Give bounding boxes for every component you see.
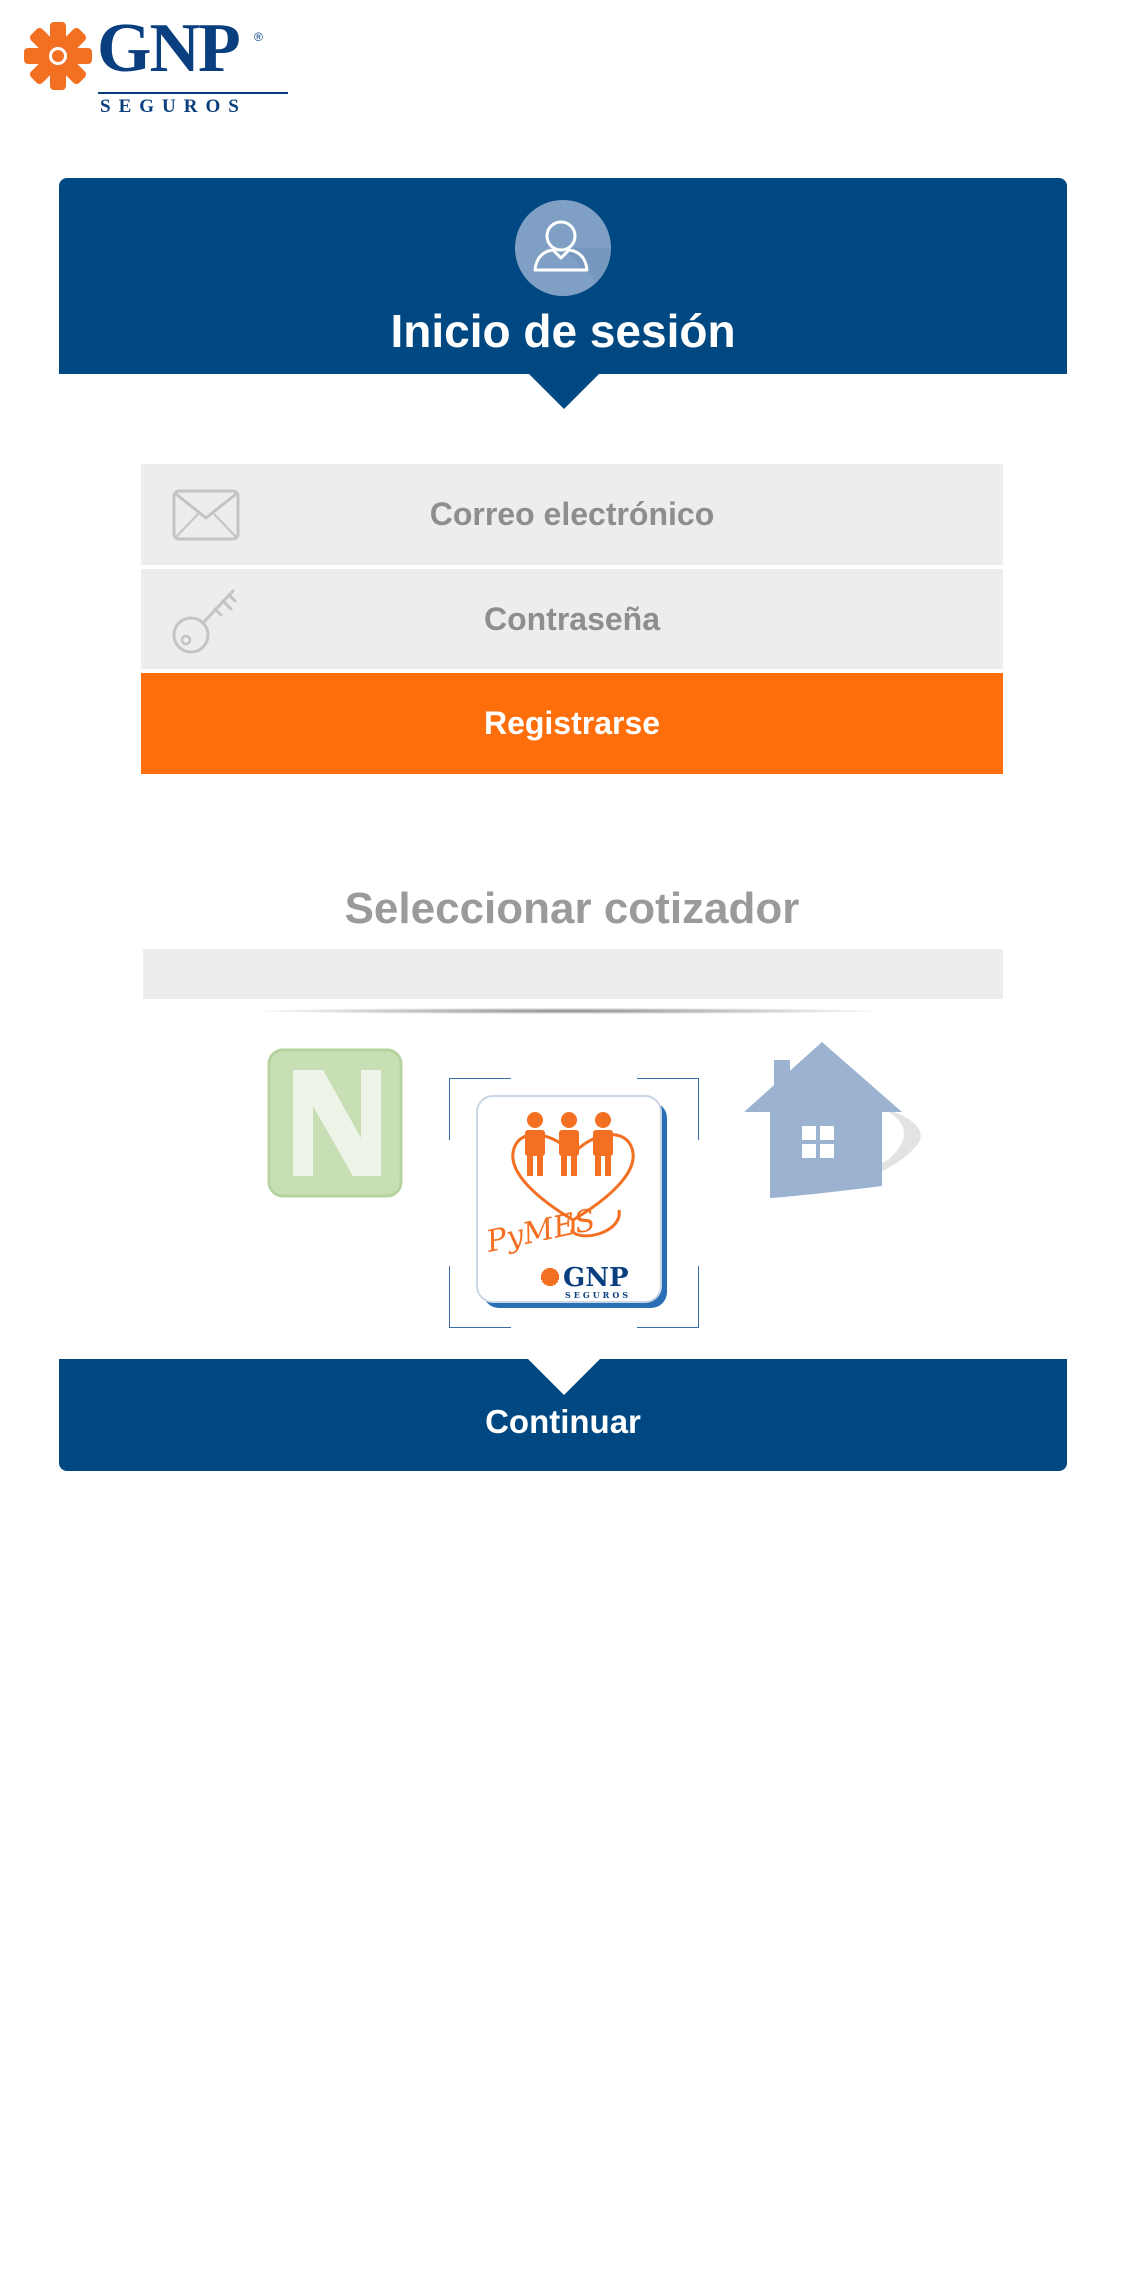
house-icon (744, 1042, 921, 1198)
cotizador-title: Seleccionar cotizador (344, 884, 800, 933)
email-field[interactable]: Correo electrónico (141, 464, 1003, 565)
register-button[interactable]: Registrarse (141, 673, 1003, 774)
cotizador-option-home[interactable] (740, 1040, 930, 1210)
gnp-star-icon (24, 22, 92, 90)
n-logo-icon (267, 1048, 403, 1198)
carousel-divider (263, 1008, 873, 1014)
pymes-brand-tagline: SEGUROS (565, 1290, 631, 1300)
registered-mark: ® (254, 30, 263, 44)
password-field[interactable]: Contraseña (141, 569, 1003, 669)
logo-divider (98, 92, 288, 94)
pymes-brand: GNP (563, 1263, 629, 1293)
cotizador-option-pymes[interactable]: PyMES GNP SEGUROS (473, 1092, 673, 1314)
user-icon (515, 200, 611, 296)
continue-pointer (528, 1359, 600, 1395)
page-title: Inicio de sesión (390, 305, 736, 357)
password-placeholder: Contraseña (483, 600, 661, 637)
email-placeholder: Correo electrónico (429, 496, 715, 532)
header-pointer (528, 373, 600, 409)
gnp-logo: GNP ® SEGUROS (24, 14, 288, 120)
cotizador-option-n[interactable] (265, 1046, 405, 1200)
pymes-gnp-icon: PyMES GNP SEGUROS (476, 1095, 667, 1308)
cotizador-select[interactable] (143, 949, 1003, 999)
gnp-logo-tagline: SEGUROS (100, 96, 247, 117)
gnp-logo-text: GNP (97, 10, 241, 87)
